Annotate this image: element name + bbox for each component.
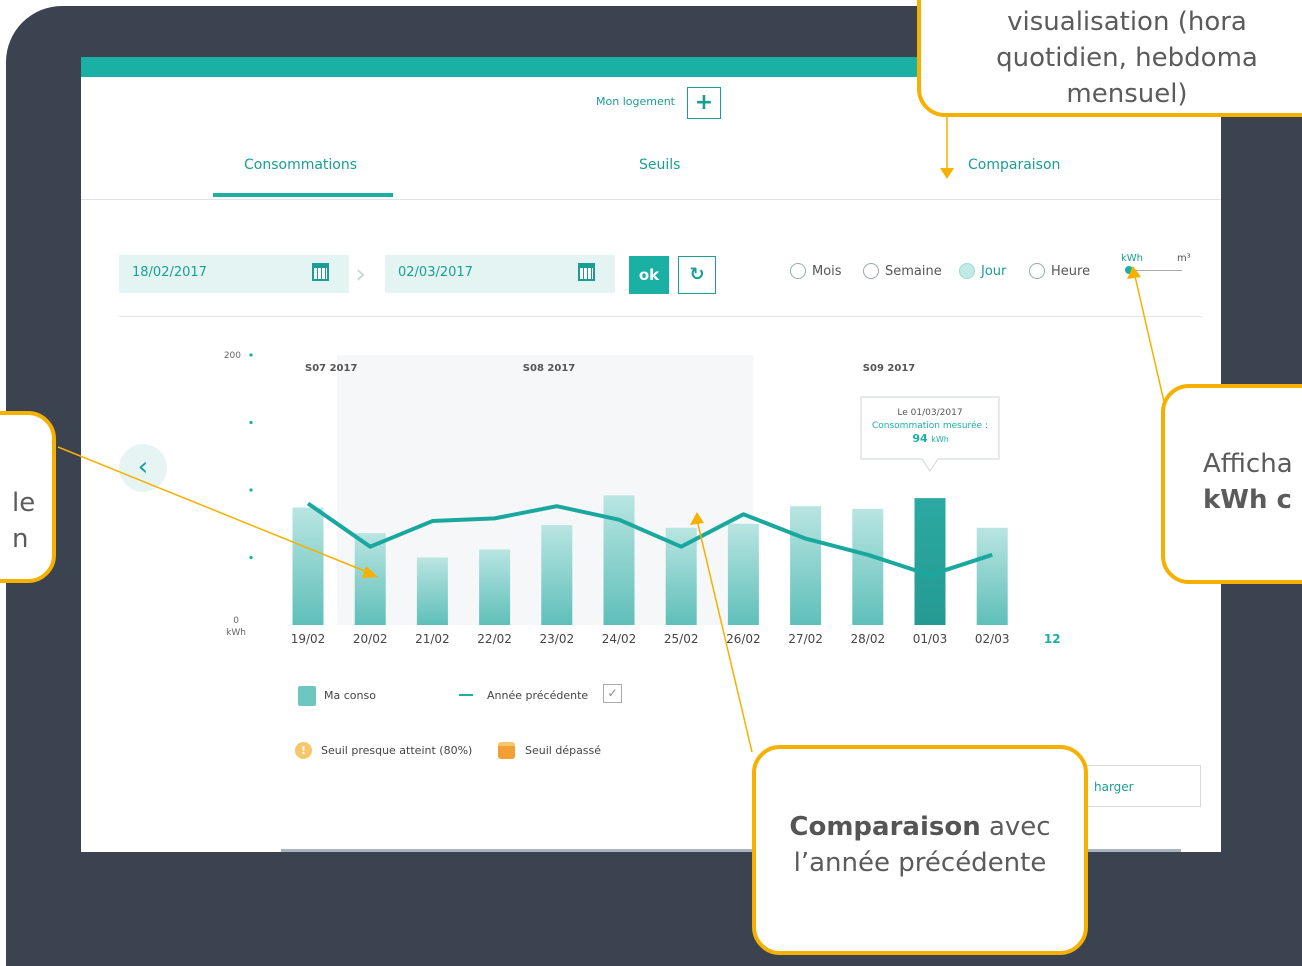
arrow-head	[1127, 266, 1141, 279]
callout-bold-text: Comparaison	[789, 812, 981, 842]
callout-text: mensuel)	[1066, 79, 1188, 109]
annotation-arrows	[57, 112, 1166, 753]
arrow-line	[696, 519, 753, 753]
callout-text: n	[12, 524, 29, 554]
callout-text: avec	[980, 812, 1051, 842]
callout-text: visualisation (hora	[1007, 7, 1247, 37]
arrow-head	[362, 566, 378, 578]
callout-top-right: visualisation (hora quotidien, hebdoma m…	[917, 0, 1302, 117]
callout-text: l’année précédente	[793, 848, 1047, 878]
callout-bottom: Comparaison avec l’année précédente	[752, 745, 1088, 955]
arrow-head	[690, 512, 704, 525]
callout-text: kWh c	[1203, 485, 1292, 515]
callout-text: Afficha	[1203, 449, 1293, 479]
callout-text: le	[12, 488, 36, 518]
arrow-line	[57, 446, 373, 575]
callout-right: Afficha kWh c	[1161, 384, 1302, 584]
callout-left: le n	[0, 411, 56, 583]
arrow-head	[940, 168, 954, 179]
arrow-line	[1133, 271, 1166, 407]
callout-text: quotidien, hebdoma	[996, 43, 1258, 73]
